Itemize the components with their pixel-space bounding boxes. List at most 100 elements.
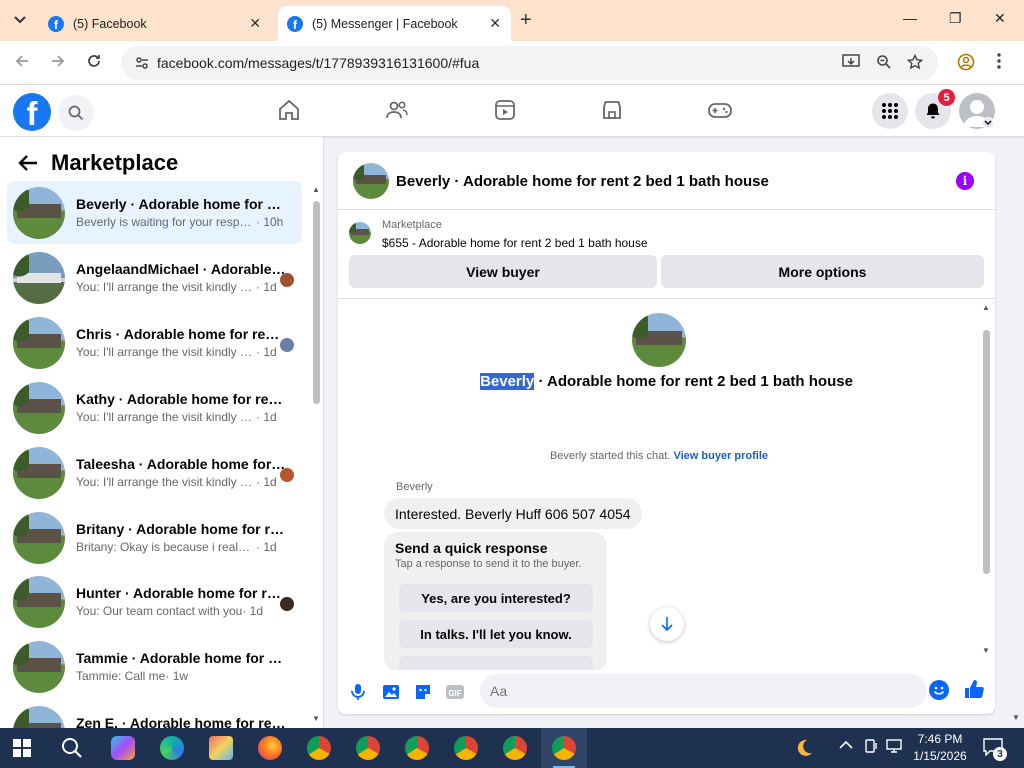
- scroll-down-arrow-icon[interactable]: ▼: [982, 646, 990, 655]
- back-icon[interactable]: [14, 53, 30, 74]
- windows-start-icon[interactable]: [13, 739, 31, 762]
- conversation-item[interactable]: Chris · Adorable home for rent 2 bed 1 b…: [7, 311, 302, 374]
- firefox-icon[interactable]: [258, 736, 282, 760]
- show-hidden-icons-chevron-up-icon[interactable]: [839, 738, 853, 753]
- conversation-snippet: You: I'll arrange the visit kindly send ·…: [76, 410, 277, 424]
- conversation-item[interactable]: AngelaandMichael · Adorable home for ren…: [7, 246, 302, 309]
- video-icon[interactable]: [493, 98, 517, 122]
- search-icon[interactable]: [58, 95, 94, 131]
- read-receipt-avatar: [280, 597, 294, 611]
- chrome-icon[interactable]: [356, 736, 380, 760]
- back-arrow-icon[interactable]: [18, 152, 38, 178]
- display-icon[interactable]: [886, 738, 902, 757]
- conversation-item[interactable]: Taleesha · Adorable home for rent 2 bed …: [7, 441, 302, 504]
- install-app-icon[interactable]: [842, 54, 860, 73]
- conversation-item[interactable]: Tammie · Adorable home for rent 2 bed 1 …: [7, 635, 302, 698]
- quick-response-button[interactable]: In talks. I'll let you know.: [399, 620, 593, 648]
- thumbs-up-icon[interactable]: [963, 678, 985, 706]
- conversation-item[interactable]: Kathy · Adorable home for rent 2 bed 1 b…: [7, 376, 302, 439]
- chrome-icon[interactable]: [454, 736, 478, 760]
- facebook-icon: f: [287, 15, 303, 32]
- close-window-icon[interactable]: ✕: [994, 10, 1006, 27]
- chat-header-title[interactable]: Beverly · Adorable home for rent 2 bed 1…: [396, 173, 769, 190]
- listing-source-label: Marketplace: [382, 219, 442, 231]
- menu-grid-icon[interactable]: [872, 93, 908, 129]
- chrome-menu-icon[interactable]: [997, 53, 1001, 74]
- conversation-title: Britany · Adorable home for rent 2 bed 1…: [76, 521, 286, 537]
- conversation-snippet: You: I'll arrange the visit kindly send ·…: [76, 345, 277, 359]
- photo-icon[interactable]: [381, 682, 401, 702]
- scroll-up-arrow-icon[interactable]: ▲: [982, 303, 990, 312]
- scroll-down-arrow-icon[interactable]: ▼: [312, 714, 320, 723]
- marketplace-icon[interactable]: [600, 98, 624, 122]
- conversation-item[interactable]: Beverly · Adorable home for rent 2 bed 1…: [7, 181, 302, 244]
- tab-search-dropdown-icon[interactable]: [8, 8, 32, 32]
- conversation-snippet: You: Our team contact with you· 1d: [76, 604, 263, 618]
- minimize-window-icon[interactable]: —: [903, 10, 917, 26]
- zoom-icon[interactable]: [876, 54, 892, 73]
- conversation-snippet: Britany: Okay is because i realy need · 1…: [76, 540, 277, 554]
- facebook-icon: f: [48, 15, 64, 32]
- microphone-icon[interactable]: [348, 682, 368, 702]
- view-buyer-profile-link[interactable]: View buyer profile: [673, 450, 768, 462]
- restore-window-icon[interactable]: ❐: [949, 10, 962, 27]
- close-tab-icon[interactable]: ✕: [489, 15, 501, 32]
- conversation-list-scrollbar[interactable]: [313, 201, 320, 404]
- conversation-title: AngelaandMichael · Adorable home for ren…: [76, 261, 286, 277]
- chrome-profile-icon[interactable]: [957, 53, 975, 76]
- conversation-info-icon[interactable]: i: [956, 172, 974, 190]
- weather-moon-icon[interactable]: [792, 737, 814, 764]
- notification-count-badge: 3: [993, 747, 1007, 761]
- conversation-title: Tammie · Adorable home for rent 2 bed 1 …: [76, 650, 286, 666]
- paint-icon[interactable]: [209, 736, 233, 760]
- forward-icon[interactable]: [50, 53, 66, 74]
- conversation-title: Taleesha · Adorable home for rent 2 bed …: [76, 456, 286, 472]
- quick-response-title: Send a quick response: [395, 540, 548, 556]
- listing-price-title[interactable]: $655 - Adorable home for rent 2 bed 1 ba…: [382, 236, 648, 250]
- chat-intro-title: Beverly · Adorable home for rent 2 bed 1…: [480, 373, 853, 390]
- conversation-item[interactable]: Hunter · Adorable home for rent 2 bed 1 …: [7, 570, 302, 633]
- conversation-item[interactable]: Zen E. · Adorable home for rent 2 bed 1 …: [7, 700, 302, 728]
- site-info-icon[interactable]: [134, 55, 150, 74]
- home-icon[interactable]: [277, 98, 301, 122]
- copilot-icon[interactable]: [111, 736, 135, 760]
- incoming-message-bubble[interactable]: Interested. Beverly Huff 606 507 4054: [384, 498, 642, 529]
- chrome-icon[interactable]: [503, 736, 527, 760]
- emoji-icon[interactable]: [929, 680, 949, 700]
- scroll-up-arrow-icon[interactable]: ▲: [312, 185, 320, 194]
- browser-tab-facebook[interactable]: f (5) Facebook ✕: [39, 6, 271, 41]
- chrome-icon[interactable]: [307, 736, 331, 760]
- sticker-icon[interactable]: [413, 682, 433, 702]
- scroll-to-latest-arrow-icon[interactable]: [650, 607, 684, 641]
- close-tab-icon[interactable]: ✕: [249, 15, 261, 32]
- network-device-icon[interactable]: [863, 738, 879, 757]
- account-chevron-down-icon[interactable]: [982, 117, 994, 129]
- view-buyer-button[interactable]: View buyer: [349, 255, 657, 288]
- gif-icon[interactable]: GIF: [445, 682, 465, 702]
- chrome-icon[interactable]: [552, 736, 576, 760]
- taskbar-search-icon[interactable]: [61, 737, 83, 764]
- quick-response-button[interactable]: Yes, are you interested?: [399, 584, 593, 612]
- facebook-logo-icon[interactable]: f: [13, 93, 51, 131]
- conversation-item[interactable]: Britany · Adorable home for rent 2 bed 1…: [7, 506, 302, 569]
- taskbar-clock-time[interactable]: 7:46 PM: [912, 732, 968, 746]
- quick-response-subtitle: Tap a response to send it to the buyer.: [395, 558, 582, 570]
- listing-thumbnail: [13, 252, 65, 304]
- gaming-icon[interactable]: [707, 98, 732, 122]
- url-text[interactable]: facebook.com/messages/t/1778939316131600…: [157, 55, 479, 71]
- chat-scrollbar[interactable]: [983, 330, 990, 574]
- page-scroll-down-arrow-icon[interactable]: ▼: [1012, 713, 1020, 722]
- new-tab-icon[interactable]: +: [520, 9, 532, 32]
- taskbar-clock-date[interactable]: 1/15/2026: [908, 749, 972, 763]
- bookmark-star-icon[interactable]: [906, 53, 924, 73]
- friends-icon[interactable]: [385, 98, 409, 122]
- chat-header-thumbnail[interactable]: [353, 163, 389, 199]
- more-options-button[interactable]: More options: [661, 255, 984, 288]
- edge-icon[interactable]: [160, 736, 184, 760]
- tab-title: (5) Facebook: [73, 16, 147, 31]
- message-input[interactable]: [480, 674, 927, 708]
- reload-icon[interactable]: [86, 53, 102, 74]
- chrome-icon[interactable]: [405, 736, 429, 760]
- browser-tab-messenger[interactable]: f (5) Messenger | Facebook ✕: [278, 6, 511, 41]
- address-bar[interactable]: facebook.com/messages/t/1778939316131600…: [121, 46, 938, 80]
